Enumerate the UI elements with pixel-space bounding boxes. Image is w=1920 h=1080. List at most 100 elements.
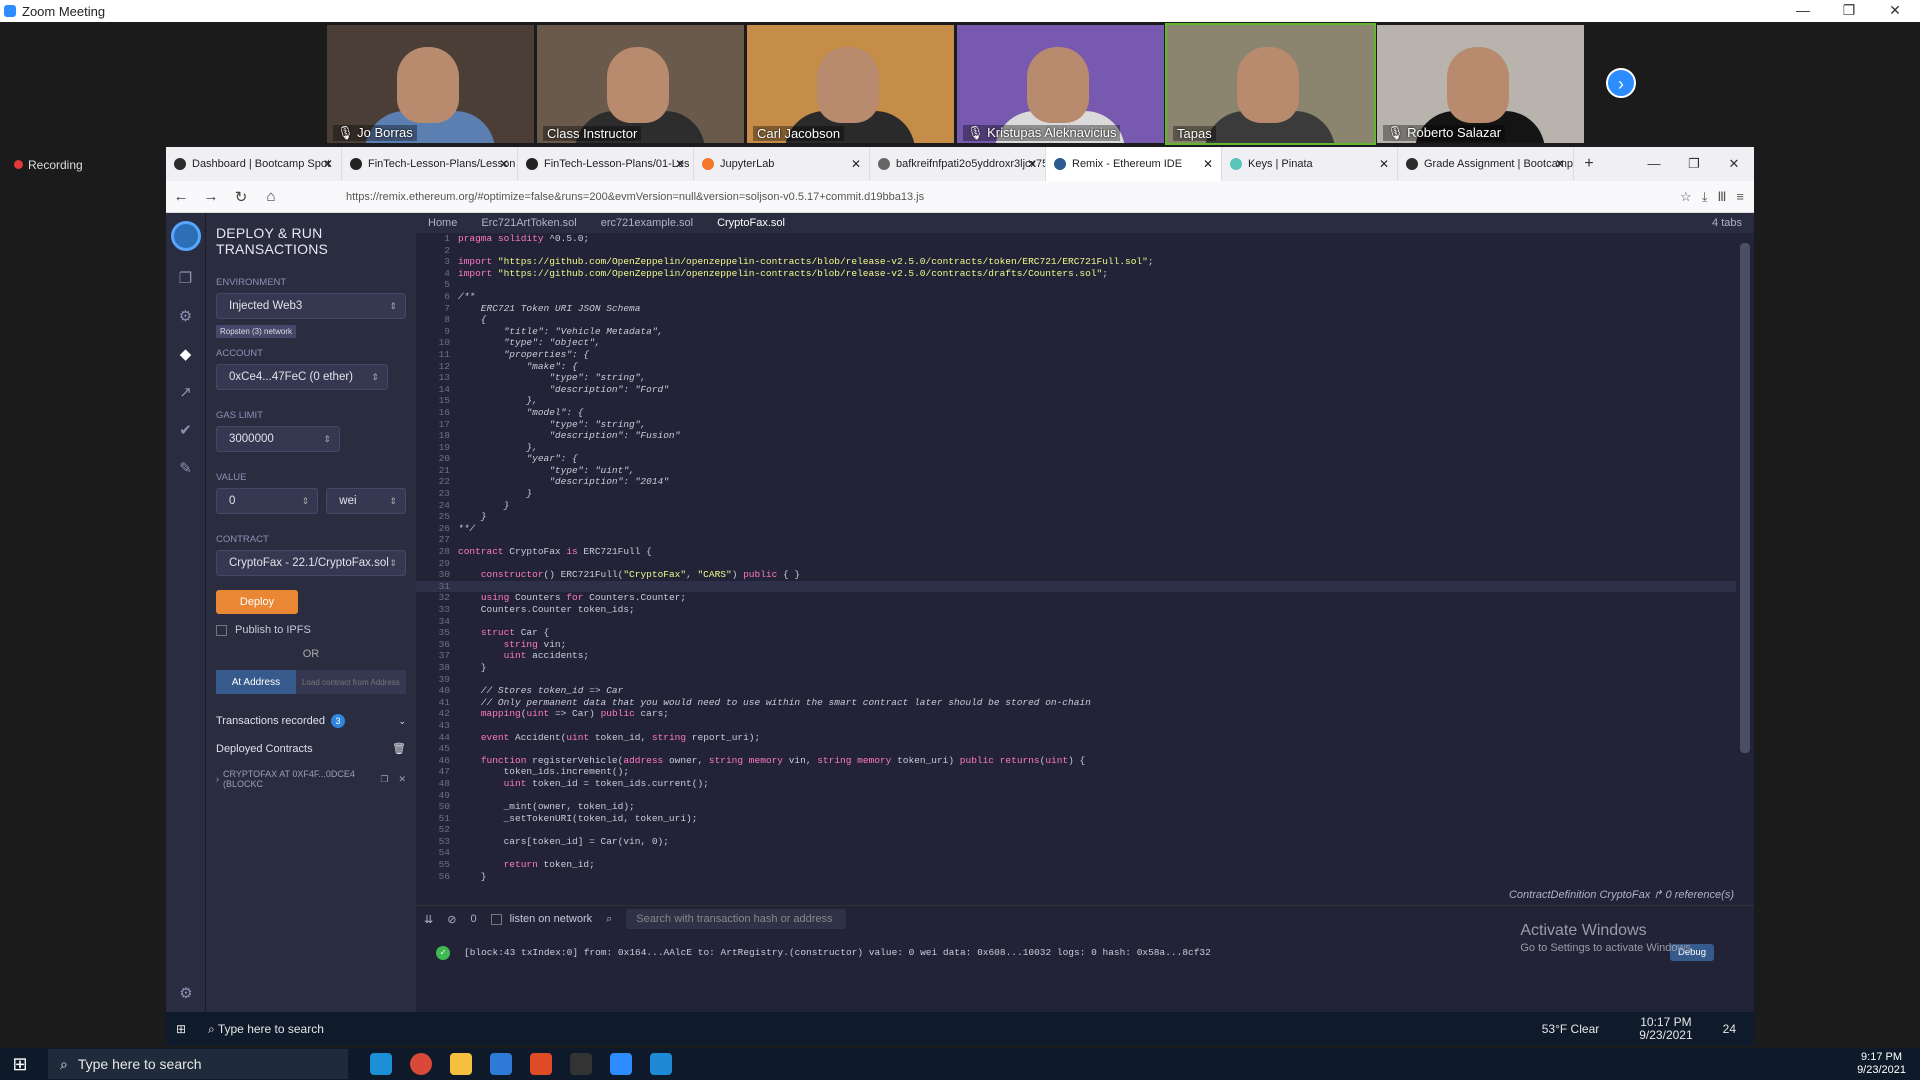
listen-checkbox[interactable]: listen on network bbox=[490, 913, 592, 925]
collapse-icon[interactable]: ⇊ bbox=[424, 913, 433, 926]
tab-close-icon[interactable]: ✕ bbox=[1027, 157, 1037, 171]
environment-select[interactable]: Injected Web3 ⇕ bbox=[216, 293, 406, 319]
deploy-button[interactable]: Deploy bbox=[216, 590, 298, 614]
clear-icon[interactable]: ⊘ bbox=[447, 913, 456, 926]
tab-close-icon[interactable]: ✕ bbox=[499, 157, 509, 171]
zoom-app-icon[interactable] bbox=[610, 1053, 632, 1075]
plugin-icon[interactable]: ✎ bbox=[166, 449, 205, 487]
minimize-button[interactable]: — bbox=[1780, 0, 1826, 22]
minimize-icon[interactable]: — bbox=[1634, 147, 1674, 181]
test-icon[interactable]: ✔ bbox=[166, 411, 205, 449]
menu-icon[interactable]: ≡ bbox=[1736, 189, 1744, 205]
file-explorer-icon[interactable]: ❐ bbox=[166, 259, 205, 297]
back-icon[interactable]: ← bbox=[166, 188, 196, 205]
value-input[interactable]: 0 ⇕ bbox=[216, 488, 319, 514]
close-icon[interactable]: ✕ bbox=[1714, 147, 1754, 181]
code-line: 18 "description": "Fusion" bbox=[438, 430, 681, 442]
editor-tab[interactable]: Erc721ArtToken.sol bbox=[469, 217, 588, 229]
download-icon[interactable]: ⤓ bbox=[1702, 189, 1708, 205]
next-participants-button[interactable]: › bbox=[1606, 68, 1636, 98]
tab-close-icon[interactable]: ✕ bbox=[1379, 157, 1389, 171]
editor-scrollbar[interactable] bbox=[1740, 243, 1750, 753]
code-line: 34 bbox=[438, 615, 450, 627]
tab-close-icon[interactable]: ✕ bbox=[1555, 157, 1565, 171]
tab-label: FinTech-Lesson-Plans/01-Les bbox=[544, 158, 690, 170]
tab-close-icon[interactable]: ✕ bbox=[851, 157, 861, 171]
zoom-icon bbox=[4, 5, 16, 17]
transactions-recorded[interactable]: Transactions recorded 3 ⌄ bbox=[216, 714, 406, 728]
participant-tile[interactable]: Tapas bbox=[1165, 23, 1376, 145]
tabs-badge[interactable]: 4 tabs bbox=[1700, 217, 1754, 229]
remix-logo[interactable] bbox=[166, 213, 205, 259]
code-line: 30 constructor() ERC721Full("CryptoFax",… bbox=[438, 569, 801, 581]
deployed-contract-item[interactable]: › CRYPTOFAX AT 0XF4F...0DCE4 (BLOCKC ❐ ✕ bbox=[216, 769, 406, 789]
participant-tile[interactable]: 🎙 Roberto Salazar bbox=[1377, 25, 1584, 143]
browser-tab[interactable]: FinTech-Lesson-Plans/Lesson ✕ bbox=[342, 147, 518, 181]
editor-tab[interactable]: CryptoFax.sol bbox=[705, 217, 797, 229]
windows-icon[interactable]: ⊞ bbox=[166, 1022, 196, 1036]
editor-tab[interactable]: erc721example.sol bbox=[589, 217, 705, 229]
settings-icon[interactable]: ⚙ bbox=[166, 974, 206, 1012]
edge-icon[interactable] bbox=[370, 1053, 392, 1075]
calculator-icon[interactable] bbox=[490, 1053, 512, 1075]
start-icon[interactable]: ⊞ bbox=[0, 1054, 40, 1075]
weather: 53°F Clear bbox=[1541, 1022, 1600, 1036]
restore-button[interactable]: ❐ bbox=[1826, 0, 1872, 22]
compiler-icon[interactable]: ⚙ bbox=[166, 297, 205, 335]
account-select[interactable]: 0xCe4...47FeC (0 ether) ⇕ bbox=[216, 364, 388, 390]
notification-count[interactable]: 24 bbox=[1723, 1022, 1736, 1036]
inner-clock: 10:17 PM 9/23/2021 bbox=[1639, 1015, 1693, 1042]
deploy-icon[interactable]: ◆ bbox=[166, 335, 205, 373]
explorer-icon[interactable] bbox=[450, 1053, 472, 1075]
deploy-panel: DEPLOY & RUN TRANSACTIONS ENVIRONMENT In… bbox=[206, 213, 416, 1012]
browser-tab[interactable]: bafkreifnfpati2o5yddroxr3ljcx756 ✕ bbox=[870, 147, 1046, 181]
tab-close-icon[interactable]: ✕ bbox=[323, 157, 333, 171]
code-area[interactable]: 1 pragma solidity ^0.5.0; 2 3 import "https:… bbox=[416, 233, 1736, 883]
value-unit-select[interactable]: wei ⇕ bbox=[326, 488, 406, 514]
reload-icon[interactable]: ↻ bbox=[226, 188, 256, 206]
participant-tile[interactable]: 🎙 Jo Borras bbox=[327, 25, 534, 143]
analysis-icon[interactable]: ↗ bbox=[166, 373, 205, 411]
home-icon[interactable]: ⌂ bbox=[256, 188, 286, 205]
bookmark-icon[interactable]: ☆ bbox=[1680, 189, 1692, 205]
code-line: 53 cars[token_id] = Car(vin, 0); bbox=[438, 835, 669, 847]
publish-ipfs-checkbox[interactable]: Publish to IPFS bbox=[216, 624, 406, 636]
tab-close-icon[interactable]: ✕ bbox=[675, 157, 685, 171]
terminal-icon[interactable] bbox=[570, 1053, 592, 1075]
participant-name: Tapas bbox=[1173, 126, 1216, 141]
load-contract-input[interactable]: Load contract from Address bbox=[295, 670, 406, 694]
browser-tab[interactable]: Grade Assignment | Bootcamp Sp ✕ bbox=[1398, 147, 1574, 181]
participant-tile[interactable]: Carl Jacobson bbox=[747, 25, 954, 143]
inner-search[interactable]: ⌕ Type here to search bbox=[208, 1022, 448, 1037]
browser-tab[interactable]: FinTech-Lesson-Plans/01-Les ✕ bbox=[518, 147, 694, 181]
code-line: 43 bbox=[438, 719, 450, 731]
close-button[interactable]: ✕ bbox=[1872, 0, 1918, 22]
chrome-icon[interactable] bbox=[410, 1053, 432, 1075]
browser-tab[interactable]: JupyterLab ✕ bbox=[694, 147, 870, 181]
at-address-button[interactable]: At Address bbox=[216, 670, 296, 694]
participant-tile[interactable]: 🎙 Kristupas Aleknavicius bbox=[957, 25, 1164, 143]
office-icon[interactable] bbox=[530, 1053, 552, 1075]
tab-close-icon[interactable]: ✕ bbox=[1203, 157, 1213, 171]
host-search[interactable]: ⌕ Type here to search bbox=[48, 1049, 348, 1079]
code-line: 28 contract CryptoFax is ERC721Full { bbox=[438, 546, 652, 558]
remove-icon[interactable]: ✕ bbox=[398, 774, 406, 785]
browser-tab[interactable]: Keys | Pinata ✕ bbox=[1222, 147, 1398, 181]
code-line: 20 "year": { bbox=[438, 453, 578, 465]
contract-select[interactable]: CryptoFax - 22.1/CryptoFax.sol ⇕ bbox=[216, 550, 406, 576]
code-line: 51 _setTokenURI(token_id, token_uri); bbox=[438, 812, 698, 824]
participant-tile[interactable]: Class Instructor bbox=[537, 25, 744, 143]
maximize-icon[interactable]: ❐ bbox=[1674, 147, 1714, 181]
vscode-icon[interactable] bbox=[650, 1053, 672, 1075]
browser-tab[interactable]: Dashboard | Bootcamp Spot ✕ bbox=[166, 147, 342, 181]
trash-icon[interactable]: 🗑 bbox=[392, 742, 406, 755]
new-tab-button[interactable]: + bbox=[1574, 147, 1604, 181]
tx-search-input[interactable]: Search with transaction hash or address bbox=[626, 909, 847, 929]
copy-icon[interactable]: ❐ bbox=[380, 774, 388, 785]
gas-limit-input[interactable]: 3000000 ⇕ bbox=[216, 426, 340, 452]
library-icon[interactable]: Ⅲ bbox=[1717, 189, 1726, 205]
editor-tab[interactable]: Home bbox=[416, 217, 469, 229]
forward-icon[interactable]: → bbox=[196, 188, 226, 205]
browser-tab[interactable]: Remix - Ethereum IDE ✕ bbox=[1046, 147, 1222, 181]
address-bar[interactable]: https://remix.ethereum.org/#optimize=fal… bbox=[346, 191, 1246, 203]
